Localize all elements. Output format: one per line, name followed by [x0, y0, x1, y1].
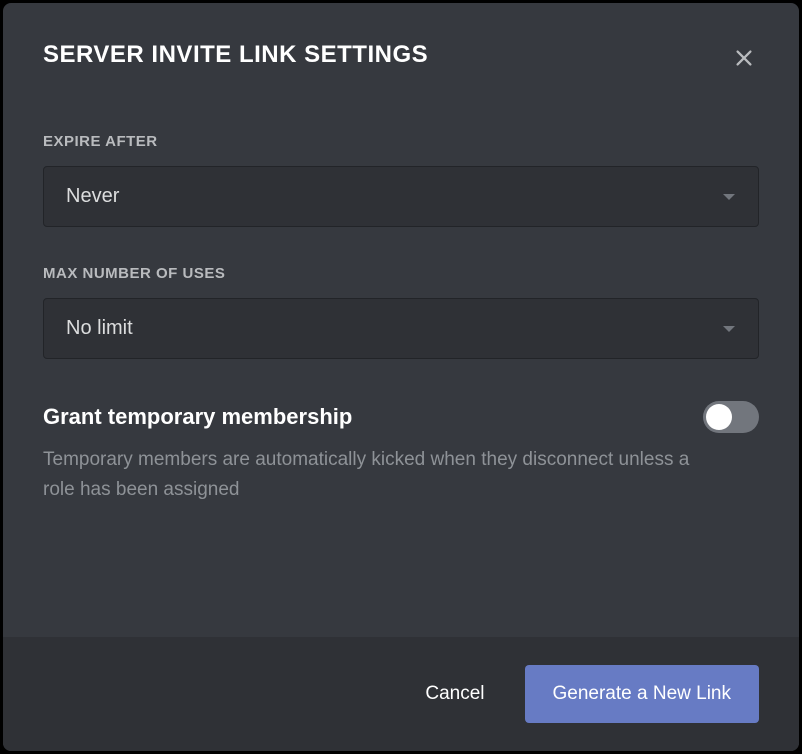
- expire-after-label: Expire After: [43, 133, 759, 150]
- chevron-down-icon: [722, 192, 736, 202]
- modal-title: Server Invite Link Settings: [43, 41, 428, 69]
- modal-footer: Cancel Generate a New Link: [3, 637, 799, 751]
- max-uses-section: Max Number of Uses No limit: [43, 265, 759, 359]
- expire-after-section: Expire After Never: [43, 133, 759, 227]
- expire-after-select-wrapper: Never: [43, 166, 759, 227]
- toggle-knob: [706, 404, 732, 430]
- temp-membership-section: Grant temporary membership Temporary mem…: [43, 401, 759, 506]
- chevron-down-icon: [722, 324, 736, 334]
- max-uses-value: No limit: [66, 317, 133, 340]
- close-icon: [733, 47, 755, 69]
- temp-membership-toggle[interactable]: [703, 401, 759, 433]
- max-uses-label: Max Number of Uses: [43, 265, 759, 282]
- temp-membership-description: Temporary members are automatically kick…: [43, 445, 723, 506]
- expire-after-select[interactable]: Never: [43, 166, 759, 227]
- cancel-button[interactable]: Cancel: [413, 673, 496, 715]
- modal-header: Server Invite Link Settings: [3, 3, 799, 73]
- temp-membership-row: Grant temporary membership: [43, 401, 759, 433]
- temp-membership-title: Grant temporary membership: [43, 404, 352, 430]
- modal-body: Expire After Never Max Number of Uses No…: [3, 73, 799, 637]
- close-button[interactable]: [729, 43, 759, 73]
- invite-settings-modal: Server Invite Link Settings Expire After…: [3, 3, 799, 751]
- generate-link-button[interactable]: Generate a New Link: [525, 665, 760, 723]
- expire-after-value: Never: [66, 185, 119, 208]
- max-uses-select[interactable]: No limit: [43, 298, 759, 359]
- max-uses-select-wrapper: No limit: [43, 298, 759, 359]
